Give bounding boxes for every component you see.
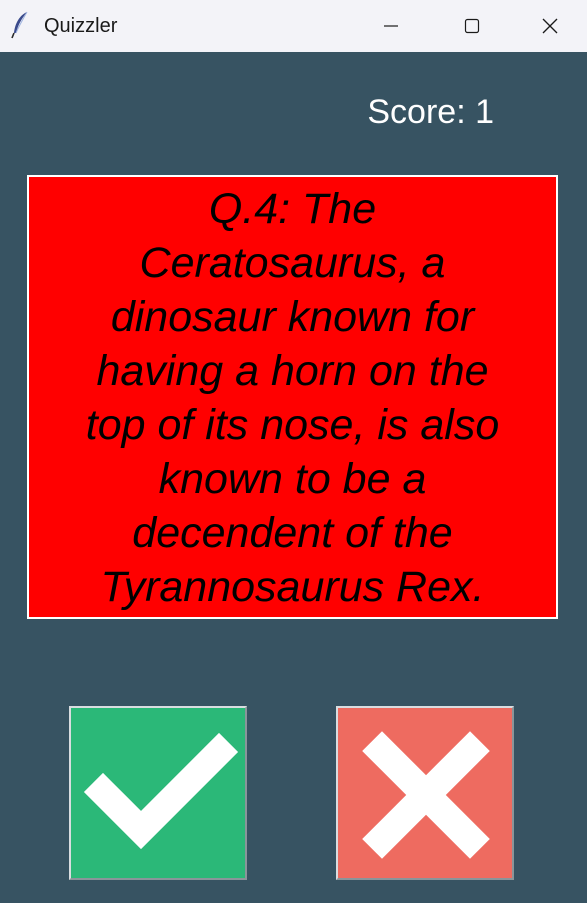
question-card: Q.4: The Ceratosaurus, a dinosaur known … [27, 175, 558, 619]
cross-icon [362, 731, 490, 859]
close-icon [542, 18, 557, 34]
question-line: having a horn on the [96, 347, 489, 395]
quizzler-window: Quizzler Score: 1 Q.4: The Ceratosaurus,… [0, 0, 587, 903]
close-button[interactable] [512, 0, 587, 52]
minimize-icon [384, 25, 398, 27]
maximize-button[interactable] [432, 0, 512, 52]
title-bar[interactable]: Quizzler [0, 0, 587, 52]
question-line: dinosaur known for [110, 293, 475, 341]
question-line: known to be a [158, 455, 427, 503]
question-line: Ceratosaurus, a [139, 239, 446, 287]
score-label: Score: 1 [367, 93, 494, 131]
question-line: Q.4: The [208, 185, 377, 233]
question-text: Q.4: The Ceratosaurus, a dinosaur known … [29, 182, 556, 614]
maximize-icon [464, 18, 480, 34]
window-title: Quizzler [44, 15, 118, 37]
feather-icon [11, 11, 28, 39]
true-button[interactable] [69, 706, 247, 880]
false-button[interactable] [336, 706, 514, 880]
minimize-button[interactable] [351, 0, 431, 52]
question-line: Tyrannosaurus Rex. [100, 563, 485, 611]
question-line: decendent of the [132, 509, 453, 557]
checkmark-icon [83, 732, 239, 850]
question-line: top of its nose, is also [85, 401, 500, 449]
